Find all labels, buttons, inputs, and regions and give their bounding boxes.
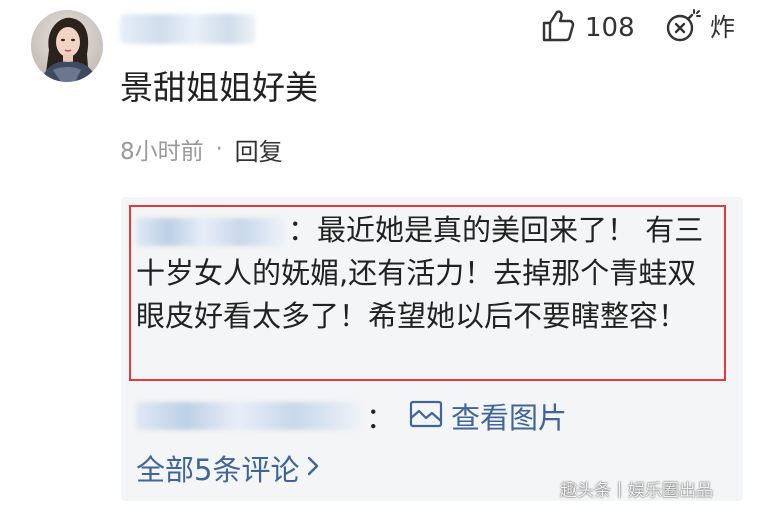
reply-item-highlighted[interactable]: ：最近她是真的美回来了！ 有三十岁女人的妩媚,还有活力！去掉那个青蛙双眼皮好看太…	[136, 209, 719, 338]
bomb-label: 炸	[710, 12, 736, 42]
bomb-button[interactable]: 炸	[664, 8, 735, 46]
reply-item-image[interactable]: ： 查看图片	[136, 396, 567, 436]
bomb-icon	[664, 6, 702, 48]
username-blurred[interactable]	[120, 14, 256, 44]
comment-time: 8小时前	[120, 139, 204, 165]
reply-username-blurred[interactable]	[136, 218, 286, 246]
chevron-right-icon	[305, 455, 321, 481]
reply-username-blurred[interactable]	[136, 402, 362, 430]
like-count: 108	[585, 13, 635, 43]
watermark: 趣头条丨娱乐圈出品	[560, 481, 713, 501]
meta-separator: ·	[215, 136, 223, 162]
all-comments-label: 全部5条评论	[136, 453, 300, 487]
avatar[interactable]	[31, 10, 103, 82]
view-image-link[interactable]: 查看图片	[409, 395, 567, 437]
comment-text: 景甜姐姐好美	[120, 68, 318, 107]
like-button[interactable]: 108	[541, 9, 635, 47]
view-image-label: 查看图片	[451, 401, 568, 435]
image-icon	[409, 399, 443, 433]
avatar-image	[31, 10, 103, 82]
reply-button[interactable]: 回复	[235, 132, 283, 167]
reply-colon: ：	[366, 401, 396, 435]
comment-meta: 8小时前 · 回复	[120, 132, 283, 167]
all-comments-link[interactable]: 全部5条评论	[136, 448, 321, 488]
thumbs-up-icon	[541, 9, 575, 47]
